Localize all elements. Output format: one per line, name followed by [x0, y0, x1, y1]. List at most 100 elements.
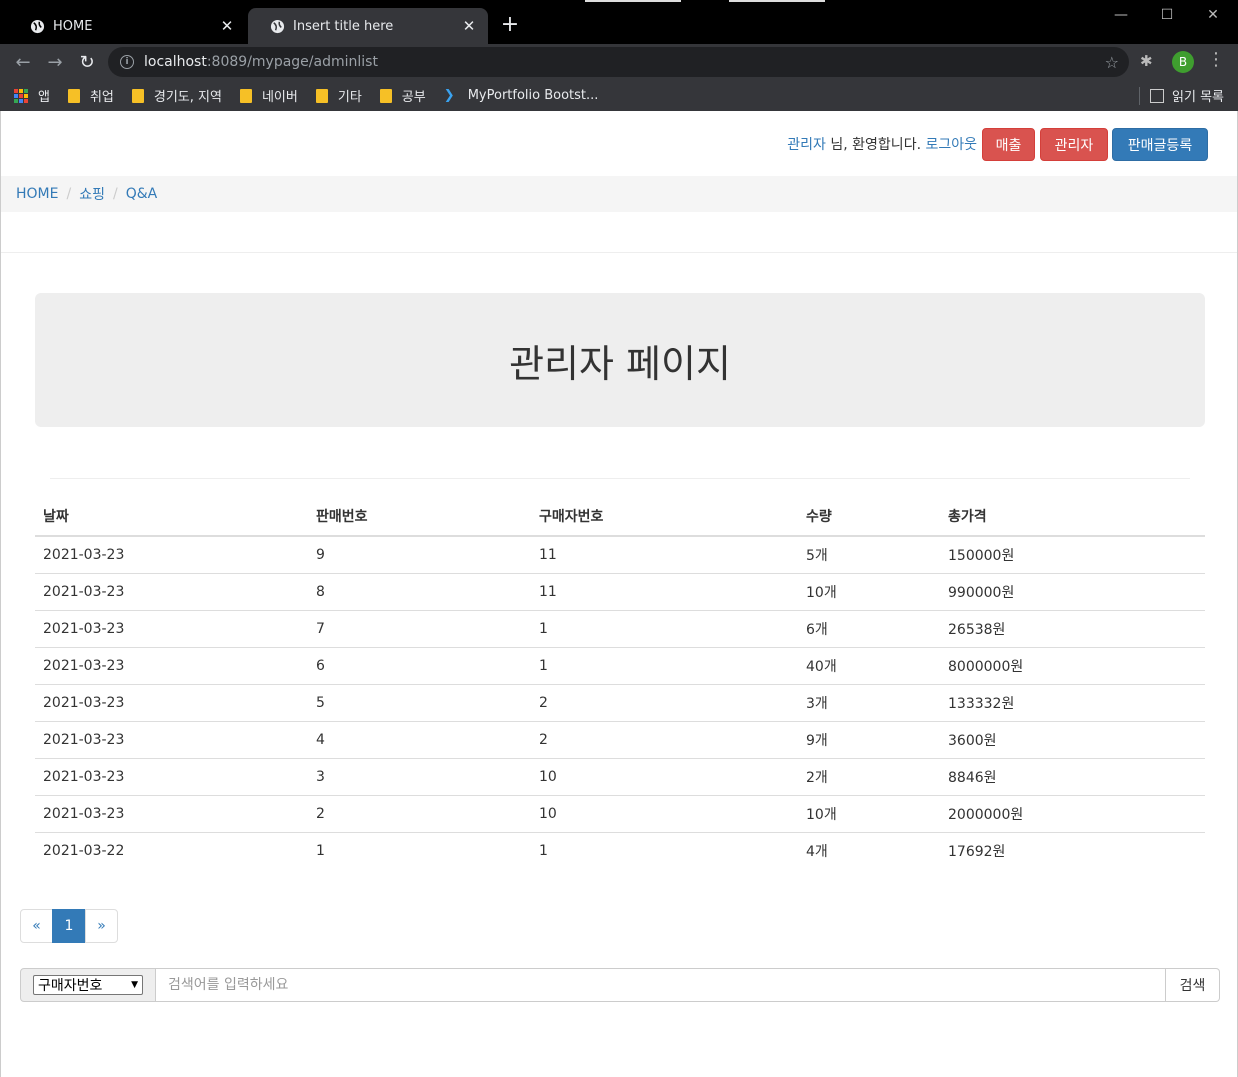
bookmark-label: 앱 — [38, 90, 50, 105]
jumbotron: 관리자 페이지 — [35, 293, 1205, 427]
user-name-link[interactable]: 관리자 — [787, 137, 826, 153]
cell-sale-no: 6 — [308, 646, 531, 684]
bookmark-label: 네이버 — [261, 90, 298, 105]
breadcrumb-home[interactable]: HOME — [16, 186, 58, 202]
browser-toolbar: ← → ↻ i localhost:8089/mypage/adminlist … — [0, 44, 1238, 80]
divider — [1, 252, 1237, 253]
cell-total: 990000원 — [940, 572, 1205, 610]
table-row: 2021-03-23 8 11 10개 990000원 — [35, 572, 1205, 610]
star-icon[interactable]: ☆ — [1105, 53, 1119, 72]
reading-list[interactable]: 읽기 목록 — [1139, 86, 1224, 105]
info-icon[interactable]: i — [120, 55, 134, 69]
bookmark-folder[interactable]: 기타 — [315, 86, 362, 105]
cell-quantity: 10개 — [798, 794, 940, 832]
breadcrumb-shopping[interactable]: 쇼핑 — [79, 184, 105, 204]
tab-title: Insert title here — [293, 18, 394, 34]
bookmark-label: 기타 — [337, 90, 362, 105]
cell-sale-no: 3 — [308, 757, 531, 795]
bookmarks-bar: 앱 취업 경기도, 지역 네이버 기타 공부 ❯ MyPortfolio Boot… — [0, 80, 1238, 111]
table-row: 2021-03-22 1 1 4개 17692원 — [35, 831, 1205, 869]
table-row: 2021-03-23 5 2 3개 133332원 — [35, 683, 1205, 721]
close-window-icon[interactable]: ✕ — [1190, 0, 1236, 30]
breadcrumb-qna[interactable]: Q&A — [126, 186, 158, 202]
bookmark-myportfolio[interactable]: ❯ MyPortfolio Bootst... — [444, 88, 599, 104]
cell-date: 2021-03-23 — [35, 794, 308, 832]
close-icon[interactable]: ✕ — [460, 17, 478, 35]
cell-total: 8000000원 — [940, 646, 1205, 684]
logout-link[interactable]: 로그아웃 — [925, 137, 977, 153]
page: 관리자 님, 환영합니다. 로그아웃 매출 관리자 판매글등록 HOME / 쇼… — [0, 111, 1238, 1077]
address-bar[interactable]: i localhost:8089/mypage/adminlist ☆ — [108, 47, 1129, 77]
extensions-icon[interactable]: ✱ — [1140, 52, 1153, 70]
cell-buyer-no: 11 — [539, 546, 557, 563]
cell-quantity: 10개 — [798, 572, 940, 610]
close-icon[interactable]: ✕ — [218, 17, 236, 35]
reload-icon[interactable]: ↻ — [72, 47, 102, 77]
cell-sale-no: 9 — [316, 546, 325, 563]
browser-chrome: HOME ✕ Insert title here ✕ + — ☐ ✕ ← → ↻… — [0, 0, 1238, 111]
breadcrumb-separator: / — [66, 186, 72, 202]
back-icon[interactable]: ← — [8, 47, 38, 77]
cell-date: 2021-03-23 — [35, 609, 308, 647]
cell-date: 2021-03-23 — [35, 757, 308, 795]
url-host: localhost — [144, 54, 207, 70]
register-listing-button[interactable]: 판매글등록 — [1112, 128, 1208, 161]
search-field-addon: 구매자번호 ▼ — [20, 968, 156, 1002]
search-button[interactable]: 검색 — [1166, 968, 1220, 1002]
forward-icon[interactable]: → — [40, 47, 70, 77]
pagination-next[interactable]: » — [85, 909, 118, 943]
pagination-prev[interactable]: « — [20, 909, 53, 943]
bookmark-folder[interactable]: 경기도, 지역 — [131, 86, 222, 105]
globe-icon — [270, 19, 285, 33]
cell-date: 2021-03-23 — [43, 546, 125, 563]
bookmark-folder[interactable]: 공부 — [379, 86, 426, 105]
maximize-icon[interactable]: ☐ — [1144, 0, 1190, 30]
admin-button[interactable]: 관리자 — [1040, 128, 1108, 161]
cell-total: 17692원 — [940, 831, 1205, 869]
globe-icon — [30, 19, 45, 33]
table-row: 2021-03-23 6 1 40개 8000000원 — [35, 646, 1205, 684]
cell-buyer-no: 11 — [531, 572, 798, 610]
search-bar: 구매자번호 ▼ 검색 — [20, 968, 1220, 1002]
folder-icon — [379, 88, 392, 103]
new-tab-button[interactable]: + — [498, 14, 522, 38]
cell-total: 133332원 — [940, 683, 1205, 721]
table-row: 2021-03-23 9 11 5개 150000원 — [35, 536, 1205, 573]
bookmark-label: MyPortfolio Bootst... — [467, 88, 599, 103]
bookmark-folder[interactable]: 네이버 — [239, 86, 298, 105]
cell-quantity: 6개 — [798, 609, 940, 647]
cell-sale-no: 8 — [308, 572, 531, 610]
divider — [1139, 86, 1141, 105]
search-input[interactable] — [156, 968, 1166, 1002]
apps-icon — [14, 88, 28, 103]
sales-button[interactable]: 매출 — [982, 128, 1035, 161]
cell-quantity: 9개 — [798, 720, 940, 758]
chevron-down-icon: ▼ — [131, 980, 138, 990]
column-header-quantity: 수량 — [798, 497, 940, 537]
cell-date: 2021-03-23 — [35, 720, 308, 758]
bookmark-apps[interactable]: 앱 — [14, 86, 50, 105]
cell-sale-no: 4 — [308, 720, 531, 758]
folder-icon — [131, 88, 144, 103]
pagination: « 1 » — [20, 909, 118, 943]
pagination-page-1[interactable]: 1 — [52, 909, 86, 943]
cell-quantity: 40개 — [798, 646, 940, 684]
profile-avatar[interactable]: B — [1172, 51, 1194, 73]
myportfolio-icon: ❯ — [443, 87, 455, 103]
table-header-row: 날짜 판매번호 구매자번호 수량 총가격 — [35, 497, 1205, 537]
bookmark-folder[interactable]: 취업 — [67, 86, 114, 105]
minimize-icon[interactable]: — — [1098, 0, 1144, 30]
menu-icon[interactable]: ⋮ — [1207, 49, 1225, 70]
cell-date: 2021-03-22 — [35, 831, 308, 869]
tab-home[interactable]: HOME ✕ — [8, 8, 246, 44]
table-row: 2021-03-23 7 1 6개 26538원 — [35, 609, 1205, 647]
bookmark-label: 경기도, 지역 — [153, 90, 222, 105]
cell-quantity: 4개 — [798, 831, 940, 869]
column-header-buyer-no: 구매자번호 — [531, 497, 798, 537]
folder-icon — [315, 88, 328, 103]
table-row: 2021-03-23 3 10 2개 8846원 — [35, 757, 1205, 795]
bookmark-label: 취업 — [89, 90, 114, 105]
tab-strip: HOME ✕ Insert title here ✕ + — ☐ ✕ — [0, 0, 1238, 44]
search-field-select[interactable]: 구매자번호 ▼ — [33, 975, 143, 995]
tab-insert-title[interactable]: Insert title here ✕ — [248, 8, 488, 44]
